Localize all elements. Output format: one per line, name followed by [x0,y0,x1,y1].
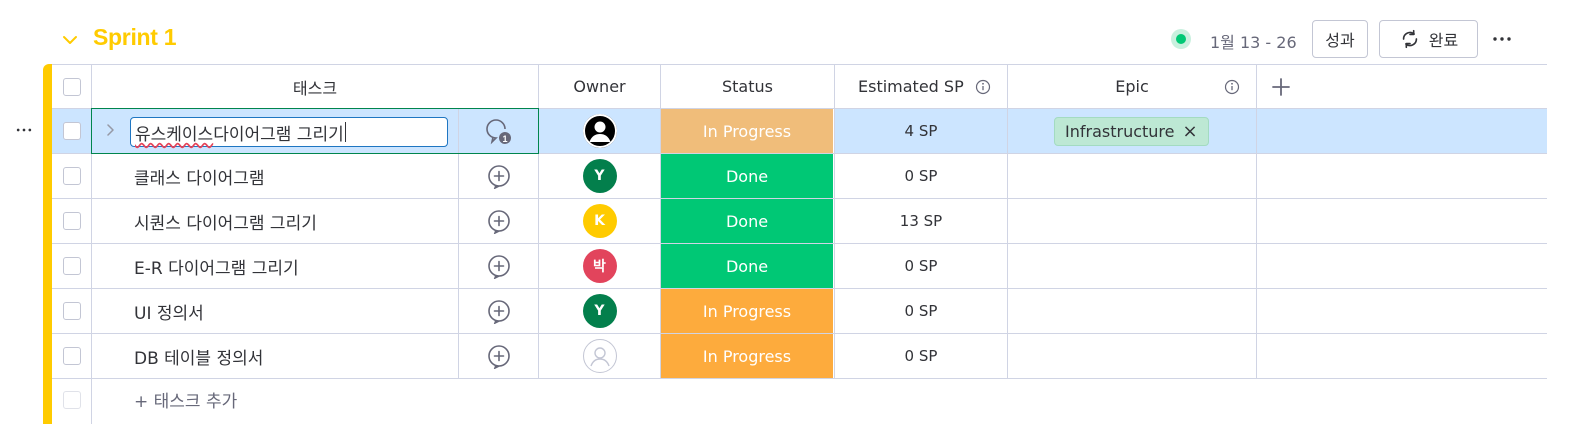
task-name-input[interactable]: 유스케이스 다이어그램 그리기 [130,117,448,147]
text-caret [344,122,346,142]
table-row[interactable]: 시퀀스 다이어그램 그리기 K Done 13 SP [52,199,1547,244]
task-name[interactable]: UI 정의서 [92,299,204,324]
status-label[interactable]: In Progress [661,109,834,153]
table-row[interactable]: E-R 다이어그램 그리기 박 Done 0 SP [52,244,1547,289]
sp-value[interactable]: 0 SP [905,167,938,185]
table-row[interactable]: 유스케이스 다이어그램 그리기 1 In Progress 4 SP Infra… [52,108,1547,154]
sp-value[interactable]: 0 SP [905,302,938,320]
column-header-status[interactable]: Status [661,65,835,108]
epic-tag-label: Infrastructure [1065,122,1175,141]
epic-cell[interactable] [1008,334,1257,378]
sp-value[interactable]: 0 SP [905,347,938,365]
column-header-estimated-sp-label: Estimated SP [858,77,964,96]
avatar[interactable]: Y [582,294,617,328]
chevron-down-icon[interactable] [58,28,82,52]
status-label[interactable]: Done [661,154,834,198]
add-update-icon[interactable] [486,208,512,234]
row-checkbox[interactable] [62,167,81,185]
sprint-active-indicator [1171,29,1191,49]
info-icon[interactable] [975,79,991,95]
group-title[interactable]: Sprint 1 [93,24,177,51]
result-button-label: 성과 [1325,31,1355,50]
more-options-icon[interactable] [1490,27,1514,51]
select-all-checkbox[interactable] [62,77,81,96]
column-header-estimated-sp[interactable]: Estimated SP [835,65,1008,108]
row-checkbox[interactable] [62,122,81,140]
epic-cell[interactable] [1008,289,1257,333]
chevron-right-icon[interactable] [102,122,118,138]
avatar[interactable]: K [582,204,617,238]
complete-button-label: 완료 [1428,31,1459,50]
status-label[interactable]: Done [661,244,834,288]
add-update-icon[interactable] [486,253,512,279]
avatar[interactable]: 박 [582,249,617,283]
table-row[interactable]: 클래스 다이어그램 Y Done 0 SP [52,154,1547,199]
misspelled-text: 유스케이스 [135,124,214,145]
sync-icon [1402,29,1418,49]
epic-cell[interactable] [1008,154,1257,198]
row-more-options-icon[interactable] [14,120,34,140]
table-header: 태스크 Owner Status Estimated SP Epic [52,64,1547,109]
add-update-icon[interactable] [486,298,512,324]
sp-value[interactable]: 0 SP [905,257,938,275]
task-name[interactable]: 시퀀스 다이어그램 그리기 [92,209,317,234]
add-task-row: + 태스크 추가 [52,376,1547,424]
avatar[interactable] [582,114,617,148]
row-checkbox[interactable] [62,347,81,365]
group-color-bar [43,64,52,424]
table-row[interactable]: DB 테이블 정의서 In Progress 0 SP [52,334,1547,379]
status-label[interactable]: In Progress [661,289,834,333]
result-button[interactable]: 성과 [1312,20,1368,58]
complete-sprint-button[interactable]: 완료 [1379,20,1478,58]
row-checkbox[interactable] [62,212,81,230]
status-label[interactable]: In Progress [661,334,834,378]
task-input-text: 다이어그램 그리기 [213,124,344,145]
row-checkbox[interactable] [62,257,81,275]
avatar-placeholder[interactable] [582,339,617,373]
table-row[interactable]: UI 정의서 Y In Progress 0 SP [52,289,1547,334]
sp-value[interactable]: 13 SP [900,212,942,230]
group-header: Sprint 1 1월 13 - 26 성과 완료 [0,18,1582,62]
column-header-epic[interactable]: Epic [1008,65,1257,108]
column-header-task[interactable]: 태스크 [92,65,539,108]
epic-tag[interactable]: Infrastructure × [1054,117,1209,146]
add-update-icon[interactable] [486,163,512,189]
epic-cell[interactable] [1008,199,1257,243]
sprint-dates: 1월 13 - 26 [1210,33,1297,52]
sp-value[interactable]: 4 SP [905,122,938,140]
task-name[interactable]: DB 테이블 정의서 [92,344,263,369]
user-icon [589,347,610,367]
epic-cell[interactable] [1008,244,1257,288]
add-task-button[interactable]: + 태스크 추가 [134,387,237,412]
user-icon [582,114,617,148]
task-name[interactable]: 클래스 다이어그램 [92,164,265,189]
column-header-owner[interactable]: Owner [539,65,661,108]
info-icon[interactable] [1224,79,1240,95]
row-checkbox[interactable] [62,302,81,320]
remove-epic-icon[interactable]: × [1182,122,1197,141]
column-header-epic-label: Epic [1115,77,1149,96]
add-column-icon[interactable] [1269,75,1293,99]
conversation-count: 1 [502,134,507,144]
add-row-checkbox [62,391,81,409]
conversation-icon[interactable]: 1 [484,116,514,146]
add-update-icon[interactable] [486,343,512,369]
avatar[interactable]: Y [582,159,617,193]
task-name[interactable]: E-R 다이어그램 그리기 [92,254,299,279]
status-label[interactable]: Done [661,199,834,243]
board-table: 태스크 Owner Status Estimated SP Epic 유스케이스… [43,64,1547,424]
